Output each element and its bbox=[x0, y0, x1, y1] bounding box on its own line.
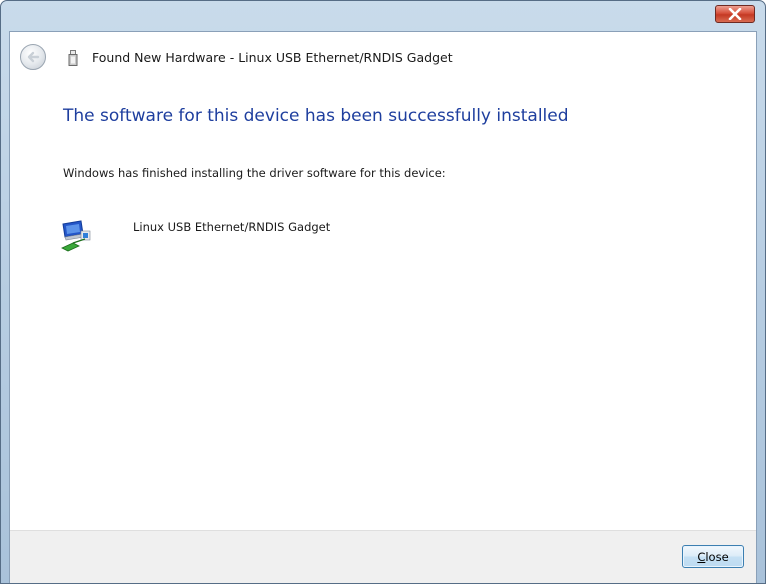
dialog-header: Found New Hardware - Linux USB Ethernet/… bbox=[10, 32, 756, 78]
device-name: Linux USB Ethernet/RNDIS Gadget bbox=[133, 220, 331, 234]
network-adapter-icon bbox=[61, 220, 91, 252]
page-heading: The software for this device has been su… bbox=[63, 106, 569, 126]
close-button-mnemonic: C bbox=[697, 549, 706, 564]
close-button-label: lose bbox=[705, 549, 729, 564]
dialog-title: Found New Hardware - Linux USB Ethernet/… bbox=[92, 50, 453, 65]
dialog-client-area: Found New Hardware - Linux USB Ethernet/… bbox=[9, 31, 757, 583]
window-close-button[interactable] bbox=[715, 5, 755, 23]
back-arrow-icon bbox=[27, 51, 40, 63]
found-new-hardware-window: Found New Hardware - Linux USB Ethernet/… bbox=[0, 0, 766, 584]
close-icon bbox=[728, 8, 742, 20]
description-text: Windows has finished installing the driv… bbox=[63, 166, 446, 180]
back-button[interactable] bbox=[20, 44, 46, 70]
usb-device-icon bbox=[68, 50, 78, 66]
dialog-footer: Close bbox=[10, 530, 756, 583]
close-button[interactable]: Close bbox=[682, 545, 744, 568]
